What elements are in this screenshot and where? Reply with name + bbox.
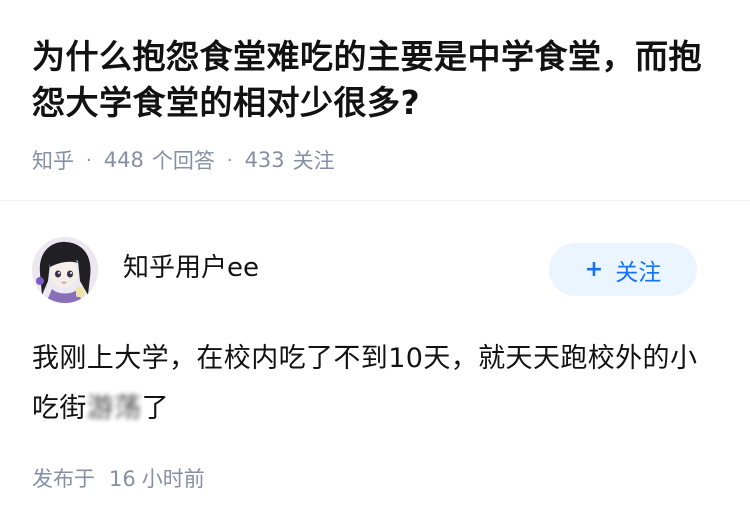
answer-count-label[interactable]: 个回答 [152,145,215,175]
plus-icon: + [584,257,604,282]
follow-button-label: 关注 [615,259,662,286]
meta-separator: · [226,149,233,171]
follow-button[interactable]: + 关注 [549,243,697,296]
source-label[interactable]: 知乎 [32,145,74,175]
answer-content[interactable]: 我刚上大学，在校内吃了不到10天，就天天跑校外的小吃街游荡了 [32,334,722,434]
follow-count-label: 关注 [292,149,335,173]
follow-count: 433 [244,148,285,172]
avatar[interactable] [32,237,98,303]
answer-card: 知乎用户ee + 关注 我刚上大学，在校内吃了不到10天，就天天跑校外的小吃街游… [0,201,750,532]
question-meta: 知乎 · 448 个回答 · 433 关注 [32,145,335,175]
answer-count[interactable]: 448 [104,148,144,172]
anime-girl-avatar-icon [32,237,98,303]
author-name[interactable]: 知乎用户ee [123,251,259,285]
question-header: 为什么抱怨食堂难吃的主要是中学食堂，而抱怨大学食堂的相对少很多? 知乎 · 44… [0,0,750,200]
published-value: 16 [109,467,136,491]
answer-timestamp: 发布于 16 小时前 [32,464,205,494]
published-unit: 小时前 [141,467,205,491]
published-prefix: 发布于 [32,467,95,491]
meta-separator: · [86,149,92,171]
answer-text-blurred: 游荡 [86,393,142,424]
question-title[interactable]: 为什么抱怨食堂难吃的主要是中学食堂，而抱怨大学食堂的相对少很多? [32,34,722,126]
answer-text-end: 了 [141,393,170,424]
